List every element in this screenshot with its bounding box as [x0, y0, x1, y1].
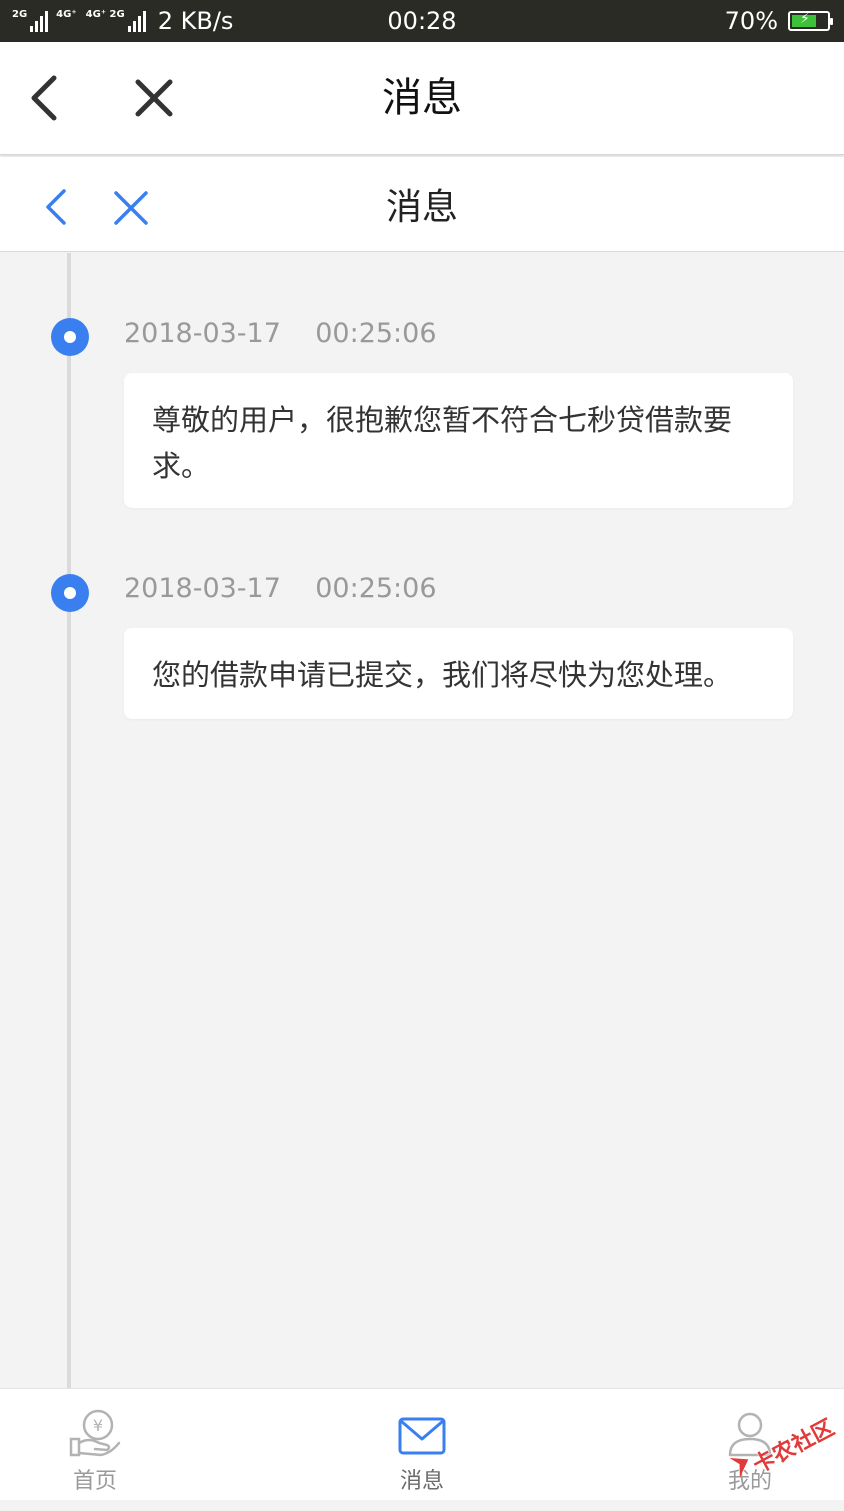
inner-header: 消息	[0, 157, 844, 252]
message-card[interactable]: 您的借款申请已提交，我们将尽快为您处理。	[124, 628, 793, 719]
timeline-line	[67, 253, 71, 1388]
tab-home[interactable]: ¥ 首页	[25, 1389, 165, 1501]
inner-page-title: 消息	[385, 187, 458, 228]
status-time: 00:28	[387, 7, 457, 35]
status-bar: 2G 4G⁺ 4G⁺ 2G 2 KB/s 00:28 70%	[0, 0, 844, 42]
timeline-dot-icon	[51, 574, 89, 612]
battery-icon	[788, 11, 833, 31]
watermark-text: 卡农社区	[749, 1415, 839, 1479]
page-title: 消息	[382, 75, 462, 121]
battery-percent: 70%	[724, 7, 778, 35]
outer-header: 消息	[0, 42, 844, 155]
coin-hand-icon: ¥	[69, 1409, 121, 1457]
timeline-dot-icon	[51, 318, 89, 356]
tab-messages-label: 消息	[399, 1469, 444, 1494]
battery-fill	[792, 11, 816, 27]
message-card[interactable]: 尊敬的用户，很抱歉您暂不符合七秒贷借款要求。	[124, 373, 793, 508]
tab-messages[interactable]: 消息	[352, 1389, 492, 1501]
tab-home-label: 首页	[72, 1469, 117, 1494]
message-timestamp: 2018-03-17 00:25:06	[124, 573, 437, 604]
envelope-icon	[398, 1417, 446, 1455]
status-right: 70%	[724, 0, 833, 42]
svg-text:¥: ¥	[93, 1416, 103, 1435]
message-timestamp: 2018-03-17 00:25:06	[124, 318, 437, 349]
